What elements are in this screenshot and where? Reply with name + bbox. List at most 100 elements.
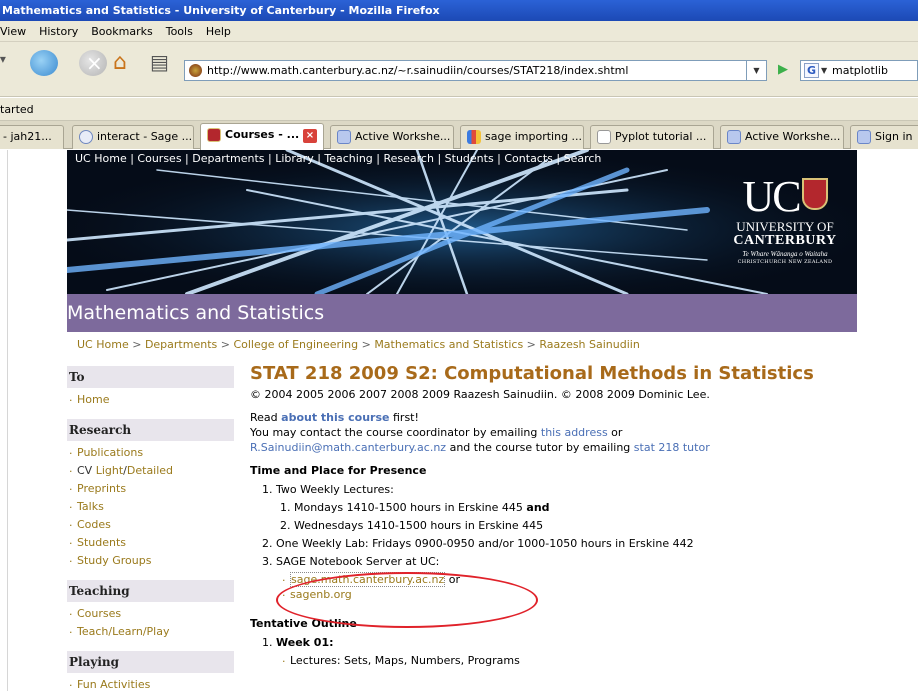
tab-bar: - jah21... interact - Sage ... Courses -… — [0, 121, 918, 150]
tab-label: Pyplot tutorial ... — [615, 130, 707, 143]
breadcrumb-separator: > — [217, 338, 234, 351]
search-input[interactable]: G ▼ matplotlib — [800, 60, 918, 81]
go-icon[interactable]: ▶ — [778, 62, 788, 77]
breadcrumb-departments[interactable]: Departments — [145, 338, 217, 351]
list-item: 1. Week 01: — [250, 635, 910, 650]
banner-nav-links[interactable]: UC Home | Courses | Departments | Librar… — [75, 152, 601, 165]
forward-button[interactable] — [30, 50, 58, 76]
time-place-heading: Time and Place for Presence — [250, 464, 427, 477]
this-address-link[interactable]: this address — [541, 426, 608, 439]
tab-4[interactable]: Active Workshe... — [330, 125, 454, 149]
bookmark-getting-started[interactable]: tarted — [0, 103, 34, 116]
sidebar-item-preprints[interactable]: Preprints — [67, 480, 234, 498]
uc-crest-icon — [207, 128, 221, 142]
menu-history[interactable]: History — [39, 25, 78, 38]
sidebar-group-playing: Playing Fun Activities — [67, 651, 234, 691]
sidebar-group-to: To Home — [67, 366, 234, 409]
breadcrumb: UC Home > Departments > College of Engin… — [77, 338, 640, 351]
tab-7[interactable]: Active Workshe... — [720, 125, 844, 149]
list-item: 2. Wednesdays 1410-1500 hours in Erskine… — [280, 519, 544, 532]
read-line: Read about this course first! — [250, 410, 910, 425]
bookmarks-toolbar: tarted — [0, 98, 918, 121]
google-search-icon[interactable]: G — [804, 63, 819, 78]
tab-label: Active Workshe... — [745, 130, 841, 143]
home-icon[interactable]: ⌂ — [113, 50, 141, 76]
and-text: and — [526, 501, 550, 514]
sidebar-item-talks[interactable]: Talks — [67, 498, 234, 516]
menu-bookmarks[interactable]: Bookmarks — [91, 25, 152, 38]
sidebar-group-research: Research Publications CV Light/Detailed … — [67, 419, 234, 570]
sidebar-item-cv-light[interactable]: Light — [96, 464, 123, 477]
sage-icon — [79, 130, 93, 144]
department-header: Mathematics and Statistics — [67, 294, 857, 332]
sidebar-item-home[interactable]: Home — [67, 391, 234, 409]
page-title: STAT 218 2009 S2: Computational Methods … — [250, 363, 814, 384]
tab-6[interactable]: Pyplot tutorial ... — [590, 125, 714, 149]
sidebar-group-teaching: Teaching Courses Teach/Learn/Play — [67, 580, 234, 641]
contact-line-1: You may contact the course coordinator b… — [250, 425, 910, 440]
tab-3[interactable]: Courses - ... × — [200, 123, 324, 150]
menu-tools[interactable]: Tools — [166, 25, 193, 38]
sidebar-item-codes[interactable]: Codes — [67, 516, 234, 534]
tutor-email-link[interactable]: stat 218 tutor — [634, 441, 710, 454]
back-dropdown-icon[interactable]: ▸ ▾ — [0, 52, 6, 66]
about-course-link[interactable]: about this course — [281, 411, 389, 424]
sidebar-heading-teaching: Teaching — [67, 580, 234, 602]
address-bar[interactable]: http://www.math.canterbury.ac.nz/~r.sain… — [184, 60, 747, 81]
menu-bar: View History Bookmarks Tools Help — [0, 21, 918, 42]
breadcrumb-uc-home[interactable]: UC Home — [77, 338, 129, 351]
sidebar-item-study-groups[interactable]: Study Groups — [67, 552, 234, 570]
tab-label: sage importing ... — [485, 130, 583, 143]
print-icon[interactable]: ▤ — [150, 50, 178, 76]
stop-button[interactable] — [79, 50, 107, 76]
breadcrumb-person[interactable]: Raazesh Sainudiin — [539, 338, 639, 351]
tab-8[interactable]: Sign in — [850, 125, 918, 149]
contact-text-2: and the course tutor by emailing — [446, 441, 634, 454]
address-dropdown-icon[interactable]: ▼ — [747, 60, 767, 81]
sidebar: To Home Research Publications CV Light/D… — [67, 366, 234, 691]
uc-logo[interactable]: UC UNIVERSITY OF CANTERBURY Te Whare Wān… — [715, 174, 855, 286]
department-title: Mathematics and Statistics — [67, 302, 325, 324]
address-url: http://www.math.canterbury.ac.nz/~r.sain… — [207, 64, 629, 77]
uc-logo-university: UNIVERSITY OF — [736, 219, 834, 234]
breadcrumb-maths[interactable]: Mathematics and Statistics — [374, 338, 523, 351]
contact-text: You may contact the course coordinator b… — [250, 426, 541, 439]
close-tab-icon[interactable]: × — [303, 129, 317, 143]
sidebar-item-students[interactable]: Students — [67, 534, 234, 552]
tab-5[interactable]: sage importing ... — [460, 125, 584, 149]
tab-2[interactable]: interact - Sage ... — [72, 125, 194, 149]
sidebar-item-cv-detailed[interactable]: Detailed — [127, 464, 173, 477]
sidebar-item-publications[interactable]: Publications — [67, 444, 234, 462]
sidebar-item-courses[interactable]: Courses — [67, 605, 234, 623]
highlight-ellipse — [276, 572, 538, 628]
navigation-toolbar: ▸ ▾ ⌂ ▤ http://www.math.canterbury.ac.nz… — [0, 42, 918, 97]
sage-worksheet-icon — [857, 130, 871, 144]
read-text: Read — [250, 411, 282, 424]
sidebar-item-teach-learn-play[interactable]: Teach/Learn/Play — [67, 623, 234, 641]
breadcrumb-separator: > — [523, 338, 540, 351]
uc-banner: UC Home | Courses | Departments | Librar… — [67, 150, 857, 294]
search-value: matplotlib — [832, 64, 888, 77]
list-item: 3. SAGE Notebook Server at UC: — [262, 555, 440, 568]
search-engine-dropdown-icon[interactable]: ▼ — [821, 61, 827, 80]
contact-line-2: R.Sainudiin@math.canterbury.ac.nz and th… — [250, 440, 910, 455]
email-link[interactable]: R.Sainudiin@math.canterbury.ac.nz — [250, 441, 446, 454]
sidebar-heading-research: Research — [67, 419, 234, 441]
menu-help[interactable]: Help — [206, 25, 231, 38]
tab-1[interactable]: - jah21... — [0, 125, 64, 149]
breadcrumb-engineering[interactable]: College of Engineering — [233, 338, 358, 351]
tab-label: Courses - ... — [225, 128, 300, 141]
list-item: 1. Mondays 1410-1500 hours in Erskine 44… — [250, 500, 910, 515]
uc-logo-location: CHRISTCHURCH NEW ZEALAND — [737, 259, 833, 265]
tab-label: interact - Sage ... — [97, 130, 193, 143]
site-favicon-icon — [189, 64, 202, 77]
sidebar-item-fun-activities[interactable]: Fun Activities — [67, 676, 234, 691]
lectures-item: Lectures: Sets, Maps, Numbers, Programs — [250, 651, 910, 668]
menu-view[interactable]: View — [0, 25, 26, 38]
uc-logo-letters: UC — [742, 172, 801, 221]
sidebar-heading-to: To — [67, 366, 234, 388]
sidebar-item-cv: CV Light/Detailed — [67, 462, 234, 480]
tab-label: Active Workshe... — [355, 130, 451, 143]
tab-label: - jah21... — [3, 130, 52, 143]
sage-worksheet-icon — [727, 130, 741, 144]
